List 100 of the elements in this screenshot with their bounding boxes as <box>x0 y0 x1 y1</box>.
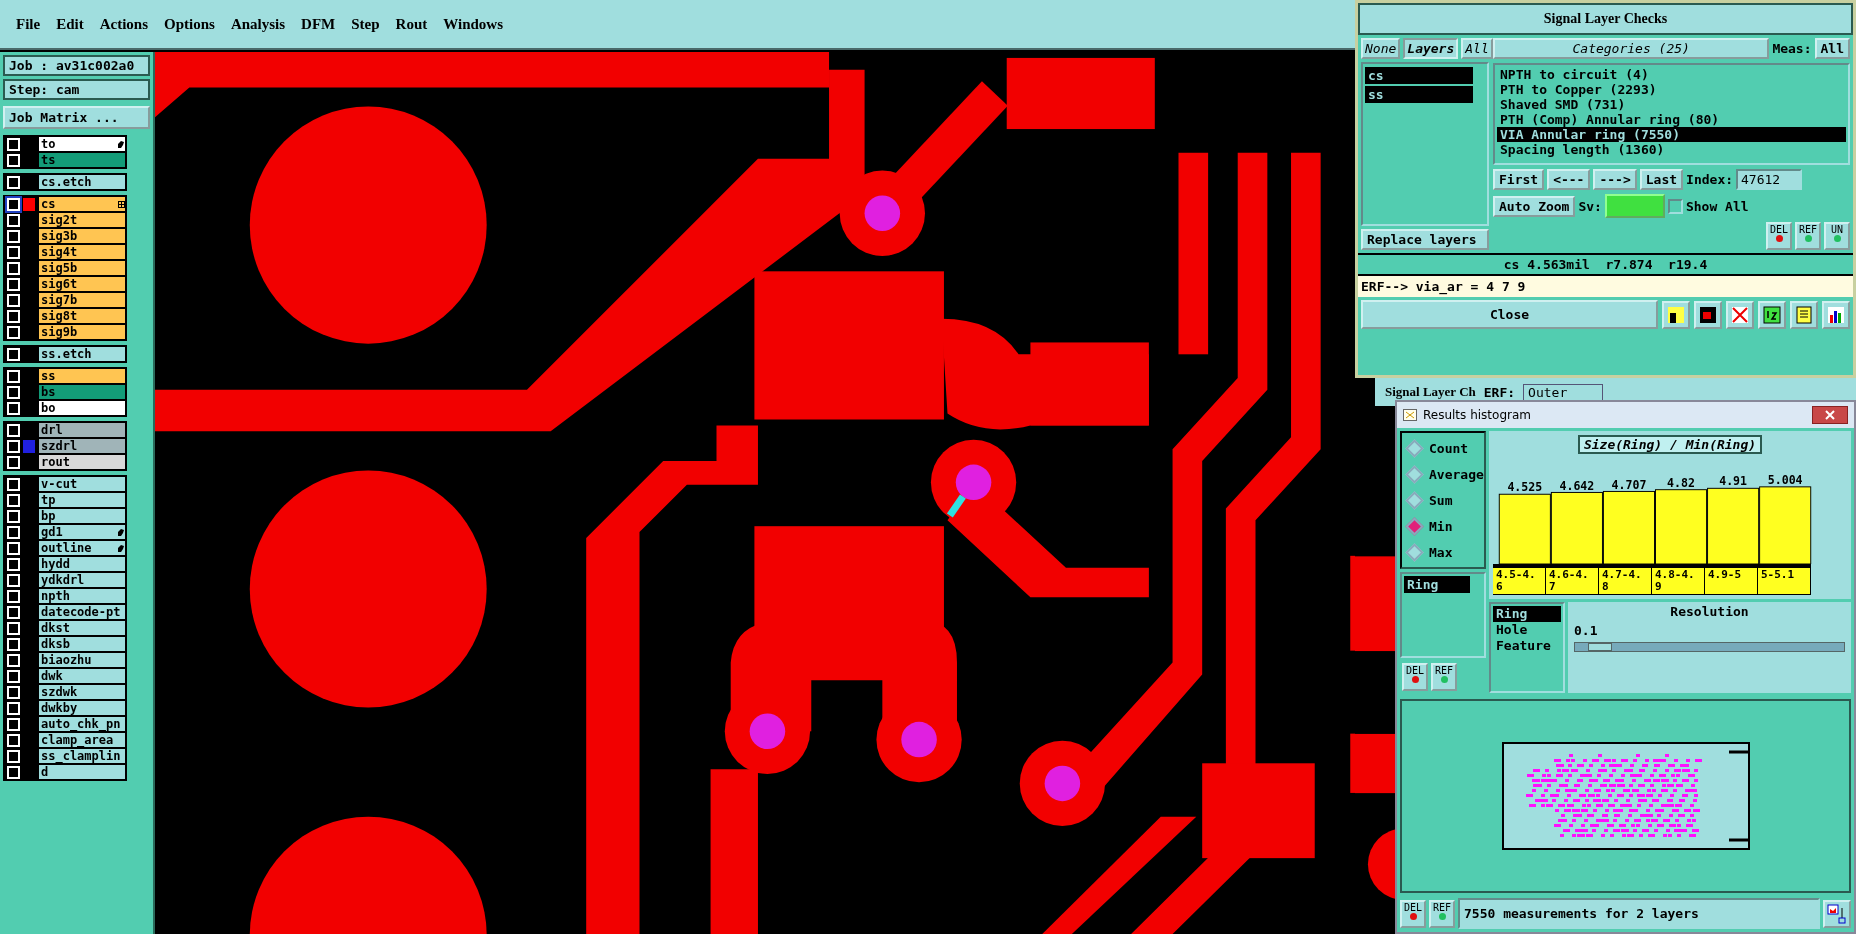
close-icon[interactable] <box>1812 406 1848 424</box>
show-all-checkbox[interactable] <box>1667 198 1683 214</box>
layer-name[interactable]: ts <box>39 153 125 167</box>
layer-name[interactable]: sig4t <box>39 245 125 259</box>
layer-checkbox[interactable] <box>7 637 20 651</box>
layer-name[interactable]: drl <box>39 423 125 437</box>
layer-list-item[interactable]: ss <box>1365 86 1473 103</box>
layer-checkbox[interactable] <box>7 369 20 383</box>
layer-name[interactable]: sig6t <box>39 277 125 291</box>
action-button[interactable]: REF <box>1429 899 1455 928</box>
layer-name[interactable]: gd1 <box>39 525 125 539</box>
layer-name[interactable]: dksb <box>39 637 125 651</box>
layer-checkbox[interactable] <box>7 589 20 603</box>
layer-checkbox[interactable] <box>7 175 20 189</box>
layer-checkbox[interactable] <box>7 701 20 715</box>
marker-icon[interactable] <box>1694 300 1722 329</box>
layer-name[interactable]: ss <box>39 369 125 383</box>
layer-name[interactable]: rout <box>39 455 125 469</box>
layer-checkbox[interactable] <box>7 765 20 779</box>
menu-item[interactable]: Rout <box>389 11 434 37</box>
document-icon[interactable] <box>1790 300 1818 329</box>
layer-checkbox[interactable] <box>7 455 20 469</box>
layer-name[interactable]: datecode-pt <box>39 605 125 619</box>
category-item[interactable]: VIA Annular ring (7550) <box>1497 127 1846 142</box>
layer-checkbox[interactable] <box>7 621 20 635</box>
layer-checkbox[interactable] <box>7 293 20 307</box>
category-item[interactable]: NPTH to circuit (4) <box>1497 67 1846 82</box>
figure-icon[interactable] <box>1662 300 1690 329</box>
layer-checkbox[interactable] <box>7 605 20 619</box>
layer-checkbox[interactable] <box>7 245 20 259</box>
category-item[interactable]: PTH to Copper (2293) <box>1497 82 1846 97</box>
layer-name[interactable]: bp <box>39 509 125 523</box>
action-button[interactable]: DEL <box>1400 899 1426 928</box>
layer-name[interactable]: cs <box>39 197 125 211</box>
layer-tab[interactable]: None <box>1361 38 1401 59</box>
layer-tab[interactable]: All <box>1461 38 1493 59</box>
number-icon[interactable] <box>1758 300 1786 329</box>
layer-name[interactable]: dwkby <box>39 701 125 715</box>
layer-name[interactable]: biaozhu <box>39 653 125 667</box>
layer-tab[interactable]: Layers <box>1403 38 1459 59</box>
layer-checkbox[interactable] <box>7 509 20 523</box>
layer-checkbox[interactable] <box>7 749 20 763</box>
nav-button[interactable]: Last <box>1639 169 1684 190</box>
layer-name[interactable]: ss.etch <box>39 347 125 361</box>
layer-name[interactable]: auto_chk_pn <box>39 717 125 731</box>
layer-name[interactable]: to <box>39 137 125 151</box>
layer-name[interactable]: sig7b <box>39 293 125 307</box>
layer-name[interactable]: sig5b <box>39 261 125 275</box>
layer-name[interactable]: hydd <box>39 557 125 571</box>
replace-layers-dropdown[interactable]: Replace layers <box>1361 229 1489 250</box>
menu-item[interactable]: DFM <box>295 11 342 37</box>
layer-checkbox[interactable] <box>7 573 20 587</box>
layer-name[interactable]: sig8t <box>39 309 125 323</box>
layer-name[interactable]: tp <box>39 493 125 507</box>
action-button[interactable]: DEL <box>1766 222 1792 250</box>
close-button[interactable]: Close <box>1361 300 1658 329</box>
layer-checkbox[interactable] <box>7 277 20 291</box>
resolution-slider-thumb[interactable] <box>1588 643 1613 651</box>
layer-name[interactable]: sig2t <box>39 213 125 227</box>
layer-name[interactable]: dkst <box>39 621 125 635</box>
layer-name[interactable]: npth <box>39 589 125 603</box>
layer-checkbox[interactable] <box>7 557 20 571</box>
menu-item[interactable]: Options <box>158 11 221 37</box>
layer-name[interactable]: sig3b <box>39 229 125 243</box>
category-item[interactable]: PTH (Comp) Annular ring (80) <box>1497 112 1846 127</box>
layer-name[interactable]: v-cut <box>39 477 125 491</box>
layer-name[interactable]: bo <box>39 401 125 415</box>
menu-item[interactable]: Actions <box>93 11 154 37</box>
layer-checkbox[interactable] <box>7 385 20 399</box>
sv-color-dropdown[interactable] <box>1604 194 1665 218</box>
layer-checkbox[interactable] <box>7 477 20 491</box>
cross-icon[interactable] <box>1726 300 1754 329</box>
job-matrix-button[interactable]: Job Matrix ... <box>3 106 150 129</box>
layer-name[interactable]: dwk <box>39 669 125 683</box>
layer-checkbox[interactable] <box>7 153 20 167</box>
action-button[interactable]: REF <box>1431 663 1457 691</box>
group-by-item[interactable]: Hole <box>1493 622 1561 638</box>
nav-button[interactable]: First <box>1493 169 1545 190</box>
layer-checkbox[interactable] <box>7 197 20 211</box>
layer-checkbox[interactable] <box>7 423 20 437</box>
menu-item[interactable]: Analysis <box>224 11 292 37</box>
layer-checkbox[interactable] <box>7 401 20 415</box>
menu-item[interactable]: Edit <box>50 11 90 37</box>
layer-checkbox[interactable] <box>7 309 20 323</box>
attribute-item[interactable]: Ring <box>1404 576 1470 593</box>
layer-checkbox[interactable] <box>7 347 20 361</box>
index-field[interactable]: 47612 <box>1736 169 1803 190</box>
layer-checkbox[interactable] <box>7 213 20 227</box>
action-button[interactable]: UN <box>1824 222 1850 250</box>
layer-name[interactable]: ydkdrl <box>39 573 125 587</box>
bar-chart-icon[interactable] <box>1822 300 1850 329</box>
layer-checkbox[interactable] <box>7 525 20 539</box>
menu-item[interactable]: Step <box>345 11 386 37</box>
layer-name[interactable]: sig9b <box>39 325 125 339</box>
layer-name[interactable]: clamp_area <box>39 733 125 747</box>
layer-checkbox[interactable] <box>7 653 20 667</box>
layer-checkbox[interactable] <box>7 439 20 453</box>
layer-checkbox[interactable] <box>7 733 20 747</box>
layer-checkbox[interactable] <box>7 541 20 555</box>
layer-checkbox[interactable] <box>7 229 20 243</box>
